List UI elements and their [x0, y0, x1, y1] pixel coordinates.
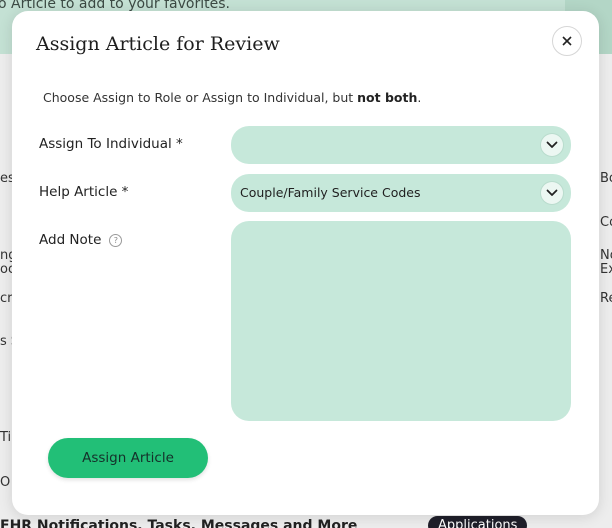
- close-button[interactable]: [552, 26, 582, 56]
- help-article-select[interactable]: Couple/Family Service Codes: [231, 174, 571, 212]
- help-article-label: Help Article *: [39, 184, 129, 200]
- instruction-prefix: Choose Assign to Role or Assign to Indiv…: [43, 90, 358, 105]
- assign-article-button[interactable]: Assign Article: [48, 438, 208, 478]
- instruction-text: Choose Assign to Role or Assign to Indiv…: [43, 90, 421, 105]
- bg-category-pill: Applications: [428, 516, 528, 528]
- bg-fragment: No: [600, 248, 612, 263]
- instruction-emphasis: not both: [357, 90, 418, 105]
- bg-fragment: Ex: [600, 262, 612, 277]
- assign-article-modal: Assign Article for Review Choose Assign …: [12, 11, 599, 515]
- note-textarea[interactable]: [231, 221, 571, 421]
- note-label: Add Note?: [39, 232, 123, 248]
- chevron-down-icon[interactable]: [541, 182, 563, 204]
- bg-fragment: O: [0, 475, 11, 490]
- bg-fragment: Co: [600, 215, 612, 230]
- chevron-down-icon[interactable]: [541, 134, 563, 156]
- bg-fragment: Bo: [600, 171, 612, 186]
- individual-label: Assign To Individual *: [39, 136, 183, 152]
- bg-fragment: Re: [600, 291, 612, 306]
- instruction-suffix: .: [417, 90, 422, 105]
- help-icon[interactable]: ?: [109, 234, 123, 247]
- modal-title: Assign Article for Review: [36, 33, 280, 55]
- individual-select[interactable]: [231, 126, 571, 164]
- bg-bottom-heading: EHR Notifications, Tasks, Messages and M…: [0, 518, 358, 528]
- bg-fragment: Ti: [0, 430, 12, 445]
- help-article-select-value: Couple/Family Service Codes: [240, 185, 421, 200]
- note-label-text: Add Note: [39, 232, 102, 248]
- close-icon: [562, 36, 572, 46]
